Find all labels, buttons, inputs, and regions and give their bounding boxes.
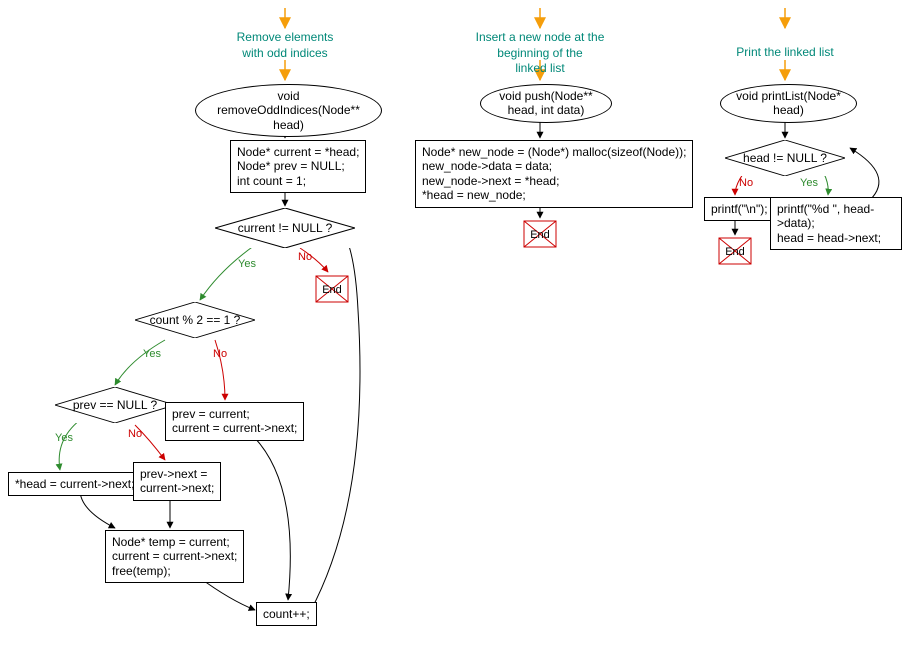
- flow1-prevcur-process: prev = current;current = current->next;: [165, 402, 304, 441]
- flow1-prev-yes-label: Yes: [55, 432, 73, 444]
- flow1-decision-prev-label: prev == NULL ?: [73, 398, 157, 412]
- flow1-prevnext-process: prev->next =current->next;: [133, 462, 221, 501]
- svg-text:End: End: [322, 284, 342, 296]
- flow1-headnext-process: *head = current->next;: [8, 472, 141, 496]
- flow1-start: void removeOddIndices(Node**head): [195, 84, 382, 137]
- flow3-title: Print the linked list: [725, 45, 845, 61]
- flow1-count-yes-label: Yes: [143, 348, 161, 360]
- flow3-decision-head: head != NULL ?: [725, 140, 845, 176]
- flow1-decision-count: count % 2 == 1 ?: [135, 302, 255, 338]
- flow1-prev-no-label: No: [128, 428, 142, 440]
- flow1-init-process: Node* current = *head;Node* prev = NULL;…: [230, 140, 366, 193]
- flow1-free-process: Node* temp = current;current = current->…: [105, 530, 244, 583]
- flow1-decision-current-label: current != NULL ?: [238, 221, 333, 235]
- flow1-count-no-label: No: [213, 348, 227, 360]
- flow1-decision-prev: prev == NULL ?: [55, 387, 175, 423]
- flow3-start: void printList(Node*head): [720, 84, 857, 123]
- flow3-decision-head-label: head != NULL ?: [743, 151, 827, 165]
- flow1-decision-count-label: count % 2 == 1 ?: [150, 313, 241, 327]
- flow1-current-yes-label: Yes: [238, 258, 256, 270]
- flow1-current-no-label: No: [298, 251, 312, 263]
- flow2-end: End: [523, 220, 557, 248]
- flow2-start: void push(Node**head, int data): [480, 84, 612, 123]
- flow2-body-process: Node* new_node = (Node*) malloc(sizeof(N…: [415, 140, 693, 208]
- flow1-decision-current: current != NULL ?: [215, 208, 355, 248]
- flow1-end: End: [315, 275, 349, 303]
- flow3-end: End: [718, 237, 752, 265]
- flow1-countpp-process: count++;: [256, 602, 317, 626]
- svg-text:End: End: [725, 246, 745, 258]
- flow3-head-yes-label: Yes: [800, 177, 818, 189]
- flow1-title: Remove elementswith odd indices: [200, 30, 370, 61]
- flow3-nl-process: printf("\n");: [704, 197, 775, 221]
- flow3-print-process: printf("%d ", head->data);head = head->n…: [770, 197, 902, 250]
- flow2-title: Insert a new node at thebeginning of the…: [460, 30, 620, 77]
- svg-text:End: End: [530, 229, 550, 241]
- flow3-head-no-label: No: [739, 177, 753, 189]
